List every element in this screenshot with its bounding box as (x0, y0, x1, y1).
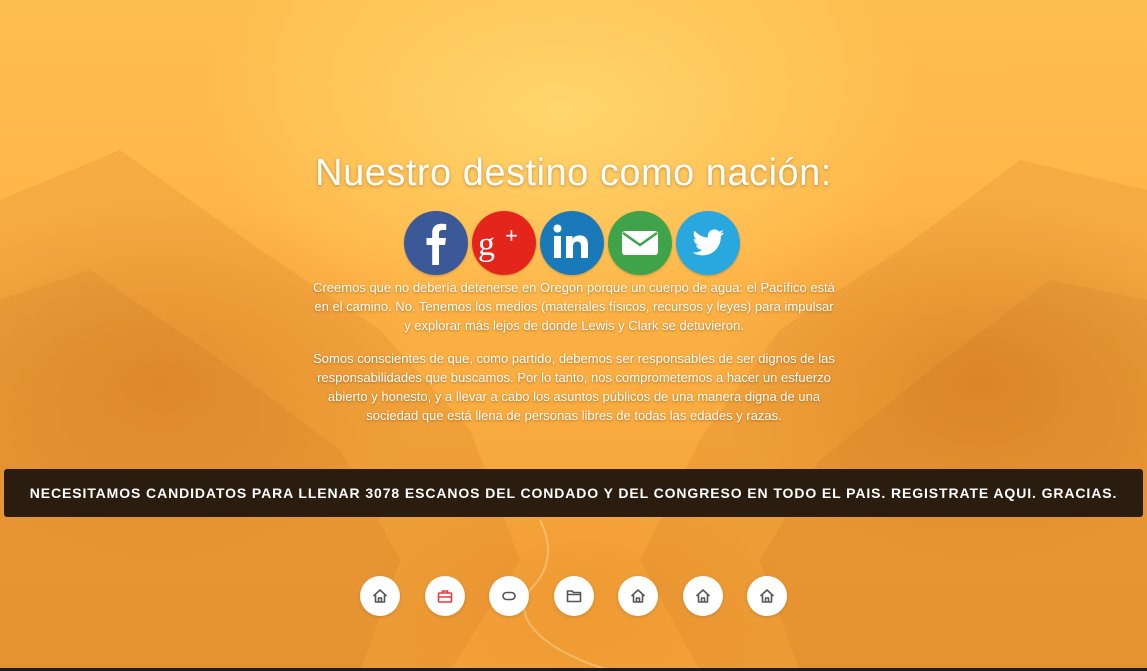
home-icon (759, 589, 775, 603)
svg-text:g: g (478, 226, 495, 263)
home-icon (630, 589, 646, 603)
home-icon (695, 589, 710, 603)
mission-paragraph-1: Creemos que no debería detenerse en Oreg… (313, 280, 835, 333)
home-icon (372, 589, 388, 603)
mountain-landscape-image (0, 150, 1147, 671)
twitter-icon (692, 229, 724, 256)
bottom-nav (360, 576, 787, 616)
twitter-share-button[interactable] (676, 211, 740, 275)
social-share-bar: g + (404, 211, 740, 275)
register-candidates-banner[interactable]: NECESITAMOS CANDIDATOS PARA LLENAR 3078 … (4, 469, 1143, 517)
google-plus-icon: g + (478, 223, 518, 263)
nav-chat-button[interactable] (489, 576, 529, 616)
briefcase-icon (437, 590, 452, 603)
page-title: Nuestro destino como nación: (315, 152, 832, 194)
nav-home-button-3[interactable] (682, 576, 723, 616)
linkedin-icon (553, 224, 588, 258)
nav-folder-button[interactable] (553, 576, 594, 616)
nav-home-button-1[interactable] (360, 576, 400, 616)
mission-paragraph-2: Somos conscientes de que, como partido, … (313, 351, 835, 423)
folder-icon (566, 590, 581, 603)
nav-briefcase-button[interactable] (424, 576, 465, 616)
email-icon (622, 231, 658, 255)
facebook-icon (426, 223, 447, 265)
linkedin-share-button[interactable] (540, 211, 604, 275)
chat-icon (502, 591, 516, 601)
facebook-share-button[interactable] (404, 211, 468, 275)
nav-home-button-4[interactable] (747, 576, 787, 616)
banner-text: NECESITAMOS CANDIDATOS PARA LLENAR 3078 … (29, 485, 1118, 501)
svg-text:+: + (505, 223, 518, 248)
google-plus-share-button[interactable]: g + (472, 211, 536, 275)
nav-home-button-2[interactable] (618, 576, 658, 616)
email-share-button[interactable] (608, 211, 672, 275)
